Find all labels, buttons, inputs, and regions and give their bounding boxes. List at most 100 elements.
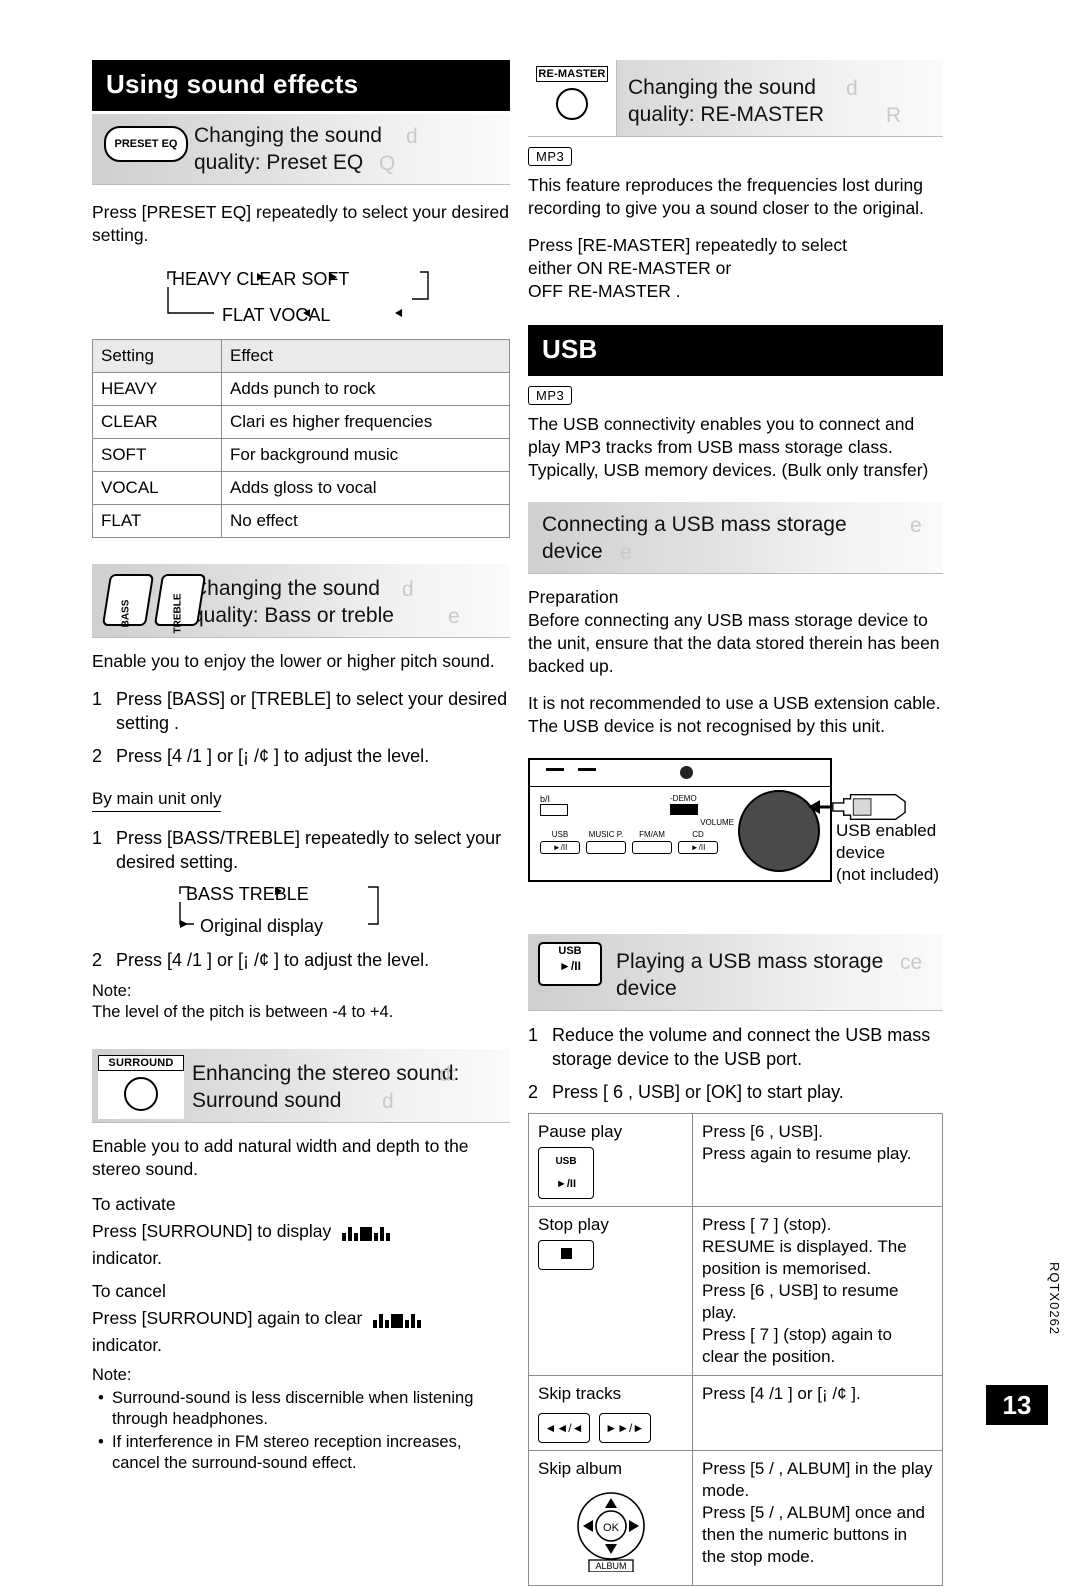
step-number: 2 xyxy=(92,950,103,970)
stop-button-icon[interactable] xyxy=(538,1240,594,1270)
cell-operation-label: Skip album OK ALBUM xyxy=(528,1450,693,1586)
skip-back-button-icon[interactable]: ◄◄/◄ xyxy=(538,1413,590,1443)
preparation-text: Before connecting any USB mass storage d… xyxy=(528,610,940,676)
surround-note-2-text: If interference in FM stereo reception i… xyxy=(112,1433,462,1472)
cell-setting: SOFT xyxy=(92,438,222,472)
source-usb[interactable]: USB ►/II xyxy=(540,830,580,854)
cd-play-pause-icon[interactable]: ►/II xyxy=(678,841,718,854)
album-navigation-icon[interactable]: OK ALBUM xyxy=(538,1486,683,1578)
usb-warning-text: It is not recommended to use a USB exten… xyxy=(528,693,941,736)
heading-preset-eq-line2: quality: Preset EQ xyxy=(194,151,364,174)
step-number: 1 xyxy=(92,689,103,709)
source-cd[interactable]: CD ►/II xyxy=(678,830,718,854)
cell-effect: For background music xyxy=(221,438,510,472)
heading-surround-text: Enhancing the stereo sound: Surround sou… xyxy=(192,1049,510,1122)
surround-intro: Enable you to add natural width and dept… xyxy=(92,1136,469,1179)
usb-operations-table: Pause play USB ►/II Press [6 , USB]. Pre… xyxy=(528,1113,943,1586)
panel-slot-1 xyxy=(546,768,564,771)
step-text: Press [ 6 , USB] or [OK] to start play. xyxy=(552,1082,844,1102)
cell-setting: FLAT xyxy=(92,504,222,538)
panel-divider xyxy=(530,786,830,787)
usb-play-pause-icon[interactable]: ►/II xyxy=(540,841,580,854)
heading-remaster-text: Changing the sound quality: RE-MASTER xyxy=(628,60,943,136)
cell-operation-label: Skip tracks ◄◄/◄ ►►/► xyxy=(528,1375,693,1451)
heading-connecting-usb: Connecting a USB mass storage device e e xyxy=(528,502,943,574)
demo-button-icon[interactable] xyxy=(670,804,698,815)
heading-surround: SURROUND Enhancing the stereo sound: Sur… xyxy=(92,1049,510,1123)
step-text: Press [BASS] or [TREBLE] to select your … xyxy=(116,689,508,733)
table-header-effect: Effect xyxy=(221,339,510,373)
bass-note-text: The level of the pitch is between -4 to … xyxy=(92,1003,394,1021)
section-title-sound-effects: Using sound effects xyxy=(92,60,510,111)
table-row: SOFT For background music xyxy=(92,438,510,472)
bass-note-label: Note: xyxy=(92,982,132,1000)
remaster-instruction: Press [RE-MASTER] repeatedly to select e… xyxy=(528,234,943,303)
document-code: RQTX0262 xyxy=(1047,1262,1062,1336)
usb-play-icon-glyph: ►/II xyxy=(559,959,581,973)
surround-to-cancel: To cancel xyxy=(92,1281,166,1301)
table-header-row: Setting Effect xyxy=(92,339,510,373)
surround-activate-post: indicator. xyxy=(92,1248,163,1268)
operation-label: Skip tracks xyxy=(538,1384,622,1403)
heading-remaster-line2: quality: RE-MASTER xyxy=(628,103,825,126)
table-row: FLAT No effect xyxy=(92,504,510,538)
usb-play-icon-label: USB xyxy=(558,945,582,957)
remaster-intro: This feature reproduces the frequencies … xyxy=(528,175,924,218)
step-number: 1 xyxy=(528,1025,539,1045)
unit-front-panel: b/I -DEMO VOLUME USB ►/II MUSIC P. FM/AM… xyxy=(528,758,832,882)
remaster-instruction-line2: either ON RE-MASTER or xyxy=(528,258,732,278)
bass-treble-icons: BASS TREBLE xyxy=(101,574,207,634)
surround-icon: SURROUND xyxy=(98,1055,184,1119)
bass-step-2: 2 Press [4 /1 ] or [¡ /¢ ] to adjust the… xyxy=(92,744,510,768)
playing-step-1: 1 Reduce the volume and connect the USB … xyxy=(528,1023,943,1071)
usb-connection-illustration: b/I -DEMO VOLUME USB ►/II MUSIC P. FM/AM… xyxy=(528,758,943,928)
preset-eq-icon-label: PRESET EQ xyxy=(114,138,178,150)
power-label: b/I xyxy=(540,794,551,804)
usb-insert-arrow-icon xyxy=(808,800,830,814)
table-row: CLEAR Clari es higher frequencies xyxy=(92,405,510,439)
usb-intro: The USB connectivity enables you to conn… xyxy=(528,414,929,480)
musicp-button-icon[interactable] xyxy=(586,841,626,854)
cell-effect: No effect xyxy=(221,504,510,538)
cell-operation-desc: Press [5 / , ALBUM] in the play mode. Pr… xyxy=(692,1450,943,1586)
mp3-badge-remaster: MP3 xyxy=(528,147,573,166)
remaster-icon: RE-MASTER xyxy=(528,60,617,136)
skip-forward-button-icon[interactable]: ►►/► xyxy=(598,1413,651,1443)
surround-activate-text: Press [SURROUND] to display indicator. xyxy=(92,1220,510,1270)
source-button-row: USB ►/II MUSIC P. FM/AM CD ►/II xyxy=(540,830,718,854)
bass-icon-label: BASS xyxy=(120,599,132,628)
remaster-instruction-line1: Press [RE-MASTER] repeatedly to select xyxy=(528,235,847,255)
surround-note-label: Note: xyxy=(92,1366,132,1384)
cell-setting: HEAVY xyxy=(92,372,222,406)
operation-label: Stop play xyxy=(538,1215,609,1234)
surround-note-1-text: Surround-sound is less discernible when … xyxy=(112,1389,474,1428)
usb-playpause-button-icon[interactable]: USB ►/II xyxy=(538,1147,594,1199)
mp3-badge-usb: MP3 xyxy=(528,386,573,405)
page-number: 13 xyxy=(986,1385,1048,1425)
power-button-icon[interactable] xyxy=(540,804,568,816)
cell-operation-desc: Press [4 /1 ] or [¡ /¢ ]. xyxy=(692,1375,943,1451)
fmam-button-icon[interactable] xyxy=(632,841,672,854)
cell-effect: Clari es higher frequencies xyxy=(221,405,510,439)
source-musicp[interactable]: MUSIC P. xyxy=(586,830,626,854)
preset-eq-flow: HEAVY CLEAR SOFT FLAT VOCAL xyxy=(162,269,510,333)
step-number: 2 xyxy=(528,1082,539,1102)
bass-mainunit-step-1: 1 Press [BASS/TREBLE] repeatedly to sele… xyxy=(92,826,510,874)
surround-note-2: • If interference in FM stereo reception… xyxy=(98,1433,462,1472)
bass-mainunit-step-2: 2 Press [4 /1 ] or [¡ /¢ ] to adjust the… xyxy=(92,948,510,972)
surround-to-activate: To activate xyxy=(92,1194,176,1214)
heading-bass-line1: Changing the sound xyxy=(192,577,380,600)
preset-eq-table: Setting Effect HEAVY Adds punch to rock … xyxy=(92,339,510,538)
table-header-setting: Setting xyxy=(92,339,222,373)
heading-preset-eq-text: Changing the sound quality: Preset EQ xyxy=(194,114,510,184)
playing-step-2: 2 Press [ 6 , USB] or [OK] to start play… xyxy=(528,1080,943,1104)
step-text: Reduce the volume and connect the USB ma… xyxy=(552,1025,931,1069)
step-text: Press [BASS/TREBLE] repeatedly to select… xyxy=(116,828,502,872)
source-fmam[interactable]: FM/AM xyxy=(632,830,672,854)
surround-activate-pre: Press [SURROUND] to display xyxy=(92,1221,332,1241)
right-column: RE-MASTER Changing the sound quality: RE… xyxy=(528,60,943,1586)
step-number: 2 xyxy=(92,746,103,766)
heading-bass-treble: BASS TREBLE Changing the sound quality: … xyxy=(92,564,510,638)
table-row: VOCAL Adds gloss to vocal xyxy=(92,471,510,505)
usb-play-icon: USB ►/II xyxy=(538,942,602,986)
